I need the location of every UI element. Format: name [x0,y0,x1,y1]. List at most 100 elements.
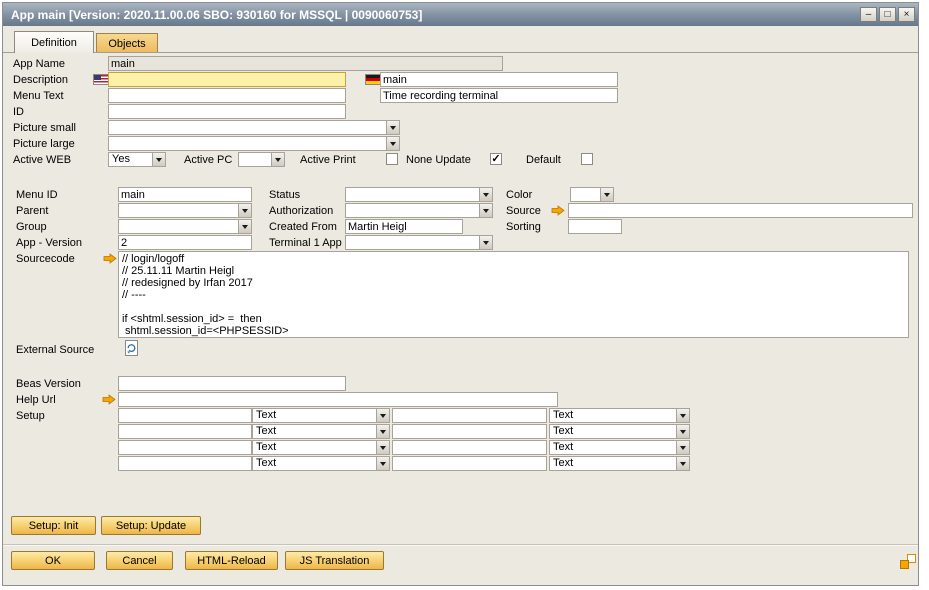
active-web-value: Yes [112,153,130,166]
beas-version-label: Beas Version [16,378,81,391]
dropdown-arrow-icon[interactable] [386,121,399,134]
dropdown-arrow-icon[interactable] [479,236,492,249]
triangle-icon [390,126,396,130]
default-checkbox[interactable] [581,153,593,165]
terminal-1-app-dropdown[interactable] [345,235,493,250]
resize-grip-icon[interactable] [900,554,916,570]
cancel-button[interactable]: Cancel [106,551,173,570]
active-pc-dropdown[interactable] [238,152,285,167]
setup-value2-input[interactable] [392,456,547,471]
sorting-input[interactable] [568,219,622,234]
beas-version-input[interactable] [118,376,346,391]
setup-type1-dropdown[interactable]: Text [252,424,390,439]
color-dropdown[interactable] [570,187,614,202]
dropdown-arrow-icon[interactable] [600,188,613,201]
app-version-label: App - Version [16,237,82,250]
setup-init-button[interactable]: Setup: Init [11,516,96,535]
setup-type2-dropdown[interactable]: Text [549,456,690,471]
setup-type1-dropdown[interactable]: Text [252,408,390,423]
status-dropdown[interactable] [345,187,493,202]
description-en-input[interactable] [108,72,346,87]
link-arrow-icon[interactable] [551,205,565,216]
setup-type2-dropdown[interactable]: Text [549,408,690,423]
dropdown-arrow-icon[interactable] [676,441,689,454]
parent-dropdown[interactable] [118,203,252,218]
html-reload-button[interactable]: HTML-Reload [185,551,278,570]
dropdown-arrow-icon[interactable] [376,409,389,422]
triangle-icon [380,430,386,434]
setup-value1-input[interactable] [118,408,252,423]
maximize-icon: □ [884,10,890,20]
dropdown-arrow-icon[interactable] [676,457,689,470]
picture-small-label: Picture small [13,122,76,135]
active-print-checkbox[interactable] [386,153,398,165]
dropdown-arrow-icon[interactable] [238,204,251,217]
title-bar[interactable]: App main [Version: 2020.11.00.06 SBO: 93… [3,3,918,26]
setup-value2-input[interactable] [392,408,547,423]
picture-small-dropdown[interactable] [108,120,400,135]
setup-type2-dropdown[interactable]: Text [549,440,690,455]
id-input[interactable] [108,104,346,119]
setup-type1-dropdown[interactable]: Text [252,440,390,455]
setup-value1-input[interactable] [118,440,252,455]
triangle-icon [483,209,489,213]
dropdown-arrow-icon[interactable] [238,220,251,233]
menu-text-de-input[interactable] [380,88,618,103]
triangle-icon [380,446,386,450]
picture-large-label: Picture large [13,138,75,151]
ok-button[interactable]: OK [11,551,95,570]
dropdown-arrow-icon[interactable] [676,425,689,438]
link-arrow-icon[interactable] [102,394,116,405]
dropdown-arrow-icon[interactable] [479,204,492,217]
menu-id-input[interactable] [118,187,252,202]
triangle-icon [156,158,162,162]
authorization-dropdown[interactable] [345,203,493,218]
menu-text-input[interactable] [108,88,346,103]
external-source-button[interactable] [125,340,138,356]
source-input[interactable] [568,203,913,218]
link-arrow-icon[interactable] [103,253,117,264]
sourcecode-editor[interactable]: // login/logoff // 25.11.11 Martin Heigl… [118,251,909,338]
external-source-label: External Source [16,344,94,357]
created-from-input[interactable] [345,219,463,234]
description-de-input[interactable] [380,72,618,87]
setup-update-button[interactable]: Setup: Update [101,516,201,535]
app-version-input[interactable] [118,235,252,250]
dropdown-arrow-icon[interactable] [376,457,389,470]
setup-value2-input[interactable] [392,440,547,455]
dropdown-arrow-icon[interactable] [152,153,165,166]
active-web-dropdown[interactable]: Yes [108,152,166,167]
authorization-label: Authorization [269,205,333,218]
dropdown-arrow-icon[interactable] [676,409,689,422]
picture-large-dropdown[interactable] [108,136,400,151]
maximize-button[interactable]: □ [879,7,896,22]
setup-value1-input[interactable] [118,424,252,439]
triangle-icon [680,430,686,434]
minimize-button[interactable]: – [860,7,877,22]
dropdown-arrow-icon[interactable] [376,441,389,454]
setup-type-value: Text [256,425,276,438]
parent-label: Parent [16,205,48,218]
setup-type1-dropdown[interactable]: Text [252,456,390,471]
menu-text-label: Menu Text [13,90,64,103]
us-flag-icon [93,74,109,85]
setup-type-value: Text [256,441,276,454]
setup-type2-dropdown[interactable]: Text [549,424,690,439]
setup-value2-input[interactable] [392,424,547,439]
dropdown-arrow-icon[interactable] [271,153,284,166]
js-translation-button[interactable]: JS Translation [285,551,384,570]
group-dropdown[interactable] [118,219,252,234]
setup-type-value: Text [256,409,276,422]
tab-objects[interactable]: Objects [96,33,158,53]
help-url-label: Help Url [16,394,56,407]
dropdown-arrow-icon[interactable] [386,137,399,150]
none-update-checkbox[interactable] [490,153,502,165]
setup-type-value: Text [553,457,573,470]
dropdown-arrow-icon[interactable] [376,425,389,438]
help-url-input[interactable] [118,392,558,407]
tab-definition[interactable]: Definition [14,31,94,53]
setup-value1-input[interactable] [118,456,252,471]
dropdown-arrow-icon[interactable] [479,188,492,201]
close-button[interactable]: × [898,7,915,22]
footer-divider [3,544,918,546]
